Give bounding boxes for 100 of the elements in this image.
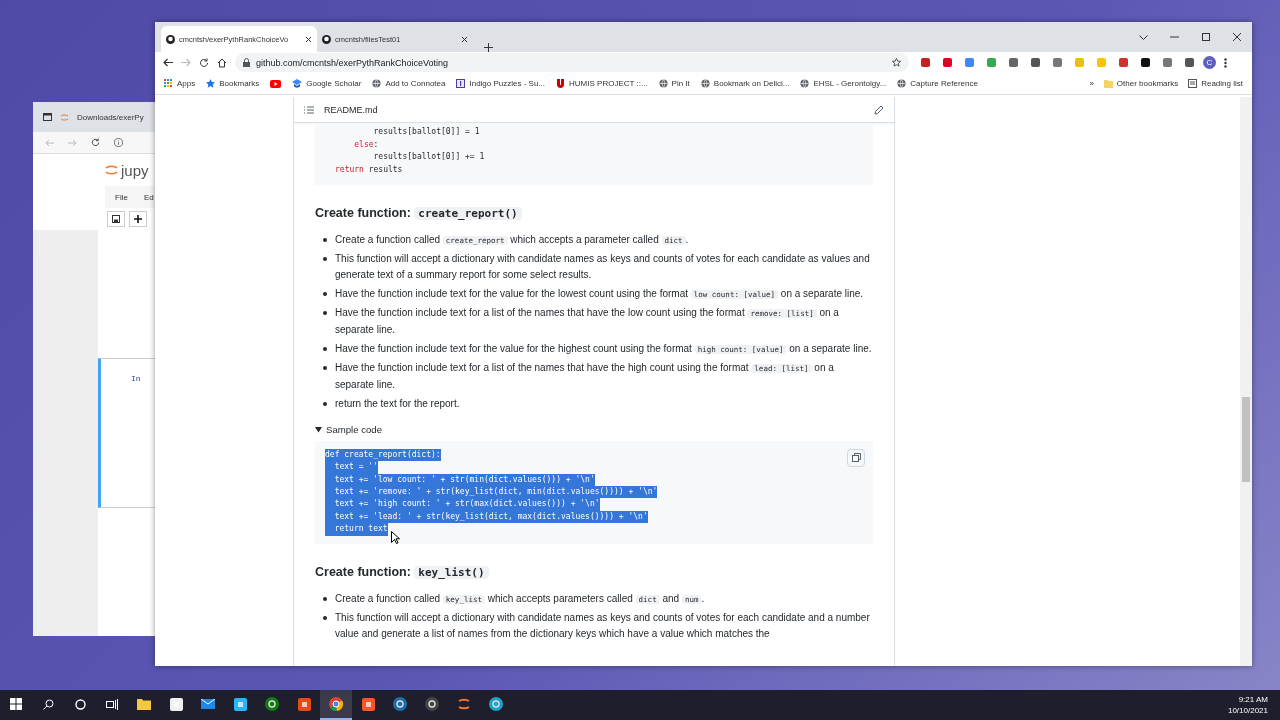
triangle-icon [315,425,322,433]
extension-icon[interactable] [1030,57,1041,68]
star-icon [206,79,216,88]
code-line: results[ballot[0]] += 1 [372,151,486,164]
code-line: else: [353,138,380,151]
bullet-icon [323,311,327,316]
bookmark[interactable]: Indigo Puzzles - Su... [456,79,546,88]
list-item: This function will accept a dictionary with candidate names as keys and counts of votes for each candidate as values and generate text of a summary report for some select results. [335,252,871,283]
ring-icon[interactable] [489,697,503,711]
sample-code-toggle[interactable]: Sample code [315,423,382,435]
back-button[interactable] [163,58,173,67]
bookmark[interactable] [270,79,282,88]
new-tab-icon[interactable] [484,43,493,52]
globe-icon [700,79,710,88]
globe-icon [658,79,668,88]
close-icon[interactable] [461,35,468,43]
home-button[interactable] [217,57,227,68]
jupyter-icon[interactable] [457,697,471,711]
extension-icon[interactable] [1140,57,1151,68]
task-view-icon[interactable] [106,698,118,710]
window-icon [43,113,52,121]
list-item: return the text for the report. [335,396,461,411]
bullet-icon [323,237,327,242]
folder-icon [1103,79,1113,88]
reading-list-button[interactable]: Reading list [1188,79,1243,88]
clock-date: 10/10/2021 [1227,705,1268,716]
close-icon[interactable] [1232,33,1241,41]
square-icon [456,79,466,88]
bookmark[interactable]: Bookmark on Delici... [700,79,790,88]
copy-icon [851,453,861,463]
back-arrow-icon [45,138,54,147]
bookmark[interactable]: EHSL - Gerontolgy... [800,79,887,88]
bookmark[interactable]: Add to Connotea [372,79,446,88]
bullet-icon [323,401,327,406]
lock-icon [243,58,250,67]
video-play-icon [270,79,282,88]
bullet-icon [323,291,327,296]
cell-prompt: In [131,374,141,383]
app-name: jupy [121,161,149,179]
address-bar[interactable]: github.com/cmcntsh/exerPythRankChoiceVoting [235,53,909,72]
add-button[interactable] [129,211,147,227]
menu-button[interactable] [1224,57,1227,68]
edit-pencil-icon[interactable] [874,104,884,115]
star-icon[interactable] [892,58,901,67]
bullet-icon [323,366,327,371]
menu-item[interactable]: Ed [143,192,154,202]
bullet-icon [323,346,327,351]
menu-item[interactable]: File [115,192,128,202]
extension-icon[interactable] [1184,57,1195,68]
chevron-down-icon[interactable] [1139,34,1148,40]
ring-icon[interactable] [425,697,439,711]
bookmark[interactable]: Apps [164,79,196,88]
globe-icon [372,79,382,88]
bookmark[interactable]: HUMIS PROJECT ::... [556,79,648,88]
reload-button[interactable] [199,57,209,68]
forward-arrow-icon [68,138,77,147]
bookmark[interactable]: Capture Reference [897,79,978,88]
maximize-icon[interactable] [1201,33,1210,41]
bookmark[interactable]: Pin It [658,79,690,88]
bookmark[interactable]: Google Scholar [292,79,362,88]
code-line: results[ballot[0]] = 1 [372,126,481,138]
list-item: This function will accept a dictionary with candidate names as keys and counts of votes for each candidate and a number value and generate a list of names from the dictionary keys which have a value which matches the [335,611,871,642]
globe-icon [897,79,907,88]
section-heading: Create function: create_report() [315,202,873,224]
save-button[interactable] [107,211,125,227]
plus-icon [134,215,142,223]
bullet-icon [323,257,327,262]
mail-icon[interactable] [201,699,215,709]
code-line: return results [335,164,404,177]
u-shape-icon [556,79,566,88]
list-icon [1188,79,1198,88]
tab-title[interactable]: Downloads/exerPy [77,112,144,122]
profile-avatar[interactable]: C [1203,56,1216,69]
bullet-icon [323,616,327,621]
scrollbar[interactable] [1240,97,1252,666]
circle-icon[interactable] [74,698,86,710]
close-icon[interactable] [305,35,312,43]
bookmark-folder[interactable]: Other bookmarks [1103,79,1179,88]
bookmark[interactable]: Bookmarks [206,79,260,88]
more-bookmarks-button[interactable]: » [1089,79,1094,88]
section-heading: Create function: key_list() [315,561,873,583]
ring-icon[interactable] [265,697,279,711]
taskbar-button[interactable] [320,690,352,720]
graduation-cap-icon [292,79,303,88]
reload-icon [91,138,100,147]
file-name: README.md [324,104,379,115]
jupyter-logo-icon [105,163,118,177]
folder-icon[interactable] [137,698,151,710]
clock-time: 9:21 AM [1238,694,1268,705]
windows-logo-icon[interactable] [10,698,22,710]
tile-icon[interactable] [233,697,247,711]
info-icon [114,138,123,147]
apps-grid-icon [164,79,173,88]
jupyter-logo-icon [60,112,69,122]
bullet-icon [323,596,327,601]
search-icon[interactable] [42,698,54,710]
chrome-icon[interactable] [329,697,343,711]
copy-button[interactable] [847,448,865,467]
globe-icon [800,79,810,88]
ring-icon[interactable] [393,697,407,711]
